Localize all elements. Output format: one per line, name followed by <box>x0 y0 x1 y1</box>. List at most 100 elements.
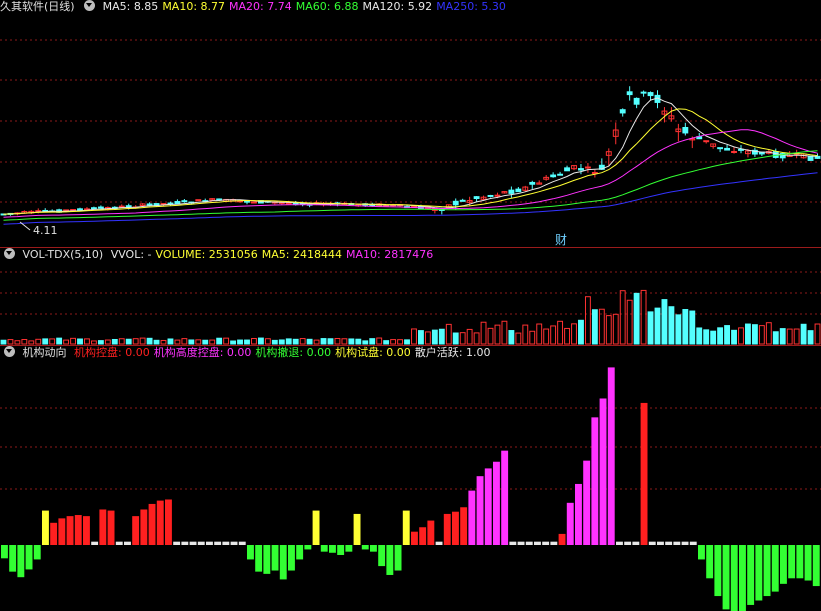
volume-legend-item: MA10: 2817476 <box>346 248 434 261</box>
control-bar <box>50 522 58 545</box>
volume-bar <box>418 330 424 345</box>
volume-bar <box>772 331 779 345</box>
volume-bar <box>223 337 230 345</box>
volume-bar <box>571 323 577 345</box>
volume-bar <box>14 340 21 345</box>
volume-bar <box>285 338 292 345</box>
volume-panel-title: VOL-TDX(5,10) <box>22 248 104 261</box>
volume-bar <box>70 337 76 345</box>
volume-bar <box>619 290 626 345</box>
volume-bar <box>543 328 550 345</box>
volume-bar <box>536 323 543 345</box>
retail-active-bar <box>214 541 222 545</box>
control-bar <box>58 518 66 545</box>
indicator-chart[interactable] <box>0 346 821 611</box>
volume-bar <box>7 339 14 345</box>
retail-active-bar <box>624 541 632 545</box>
control-bar <box>83 516 90 545</box>
volume-bar <box>369 338 376 345</box>
retreat-bar <box>9 545 17 572</box>
candle-body <box>508 189 515 194</box>
candle-body <box>216 198 223 201</box>
retail-active-bar <box>115 541 123 545</box>
retail-active-bar <box>657 541 664 545</box>
high-control-bar <box>591 417 599 545</box>
volume-bar <box>508 330 515 345</box>
candle-body <box>772 151 779 158</box>
volume-bar <box>195 339 202 345</box>
retail-active-bar <box>181 541 189 545</box>
indicator-panel-header: 机构动向 机构控盘: 0.00 机构高度控盘: 0.00 机构撤退: 0.00 机构试… <box>0 346 499 360</box>
control-bar <box>640 402 648 545</box>
retreat-bar <box>288 545 295 571</box>
candle-body <box>564 167 570 172</box>
candle-body <box>251 201 257 204</box>
volume-bar <box>807 330 814 345</box>
volume-panel-header: VOL-TDX(5,10) VVOL: - VOLUME: 2531056 MA5:… <box>0 248 441 262</box>
high-control-bar <box>583 460 591 545</box>
volume-bar <box>703 329 710 345</box>
retreat-bar <box>763 545 771 597</box>
candle-body <box>515 188 522 193</box>
retreat-bar <box>804 545 812 581</box>
indicator-legend-value: : 0.00 <box>299 346 332 359</box>
volume-bar <box>724 325 731 345</box>
retreat-bar <box>706 545 714 579</box>
retail-active-bar <box>632 541 640 545</box>
retreat-bar <box>1 545 8 559</box>
indicator-legend-item: 机构撤退: 0.00 <box>255 346 331 359</box>
retail-active-bar <box>435 541 443 545</box>
volume-bar <box>21 339 28 345</box>
volume-bar <box>348 338 355 345</box>
retreat-bar <box>812 545 820 587</box>
volume-bar <box>167 338 174 345</box>
volume-settings-icon[interactable] <box>4 248 15 259</box>
candle-body <box>557 173 564 176</box>
control-bar <box>148 503 156 545</box>
volume-legend-item: VOLUME: 2531056 <box>155 248 258 261</box>
volume-bar <box>84 338 90 345</box>
volume-bar <box>306 338 313 345</box>
candle-body <box>487 194 494 197</box>
volume-bar <box>445 323 452 345</box>
volume-legend-item: VVOL: - <box>110 248 152 261</box>
price-chart[interactable] <box>0 0 821 248</box>
volume-bar <box>814 323 821 345</box>
control-bar <box>452 511 459 545</box>
volume-bar <box>355 338 362 345</box>
candle-body <box>807 155 814 161</box>
candle-body <box>626 91 633 96</box>
indicator-legend-label: 机构控盘 <box>74 346 118 359</box>
volume-bar <box>362 340 369 345</box>
indicator-settings-icon[interactable] <box>4 346 15 357</box>
retreat-bar <box>304 545 312 550</box>
retail-active-bar <box>197 541 205 545</box>
retail-active-bar <box>534 541 541 545</box>
control-bar <box>107 510 115 545</box>
event-marker-financial[interactable]: 财 <box>555 231 567 248</box>
volume-bar <box>251 338 257 345</box>
candle-body <box>452 200 459 206</box>
volume-bar <box>487 327 494 345</box>
retail-active-bar <box>665 541 673 545</box>
retreat-bar <box>780 545 787 584</box>
volume-bar <box>397 339 403 345</box>
volume-bar <box>181 338 188 345</box>
candle-body <box>529 181 536 185</box>
retreat-bar <box>296 545 304 560</box>
volume-legend: VVOL: - VOLUME: 2531056 MA5: 2418444 MA10: … <box>111 248 438 261</box>
retreat-bar <box>722 545 730 610</box>
retreat-bar <box>247 545 254 560</box>
volume-bar <box>271 339 278 345</box>
indicator-legend-item: 机构控盘: 0.00 <box>74 346 150 359</box>
volume-chart[interactable] <box>0 248 821 345</box>
volume-bar <box>118 338 125 345</box>
indicator-legend-item: 机构高度控盘: 0.00 <box>154 346 252 359</box>
retail-active-bar <box>230 541 238 545</box>
volume-bar <box>320 338 327 345</box>
volume-bar <box>390 339 397 345</box>
volume-bar <box>146 337 153 345</box>
volume-bar <box>174 339 181 345</box>
volume-bar <box>452 332 459 345</box>
volume-bar <box>710 330 717 345</box>
